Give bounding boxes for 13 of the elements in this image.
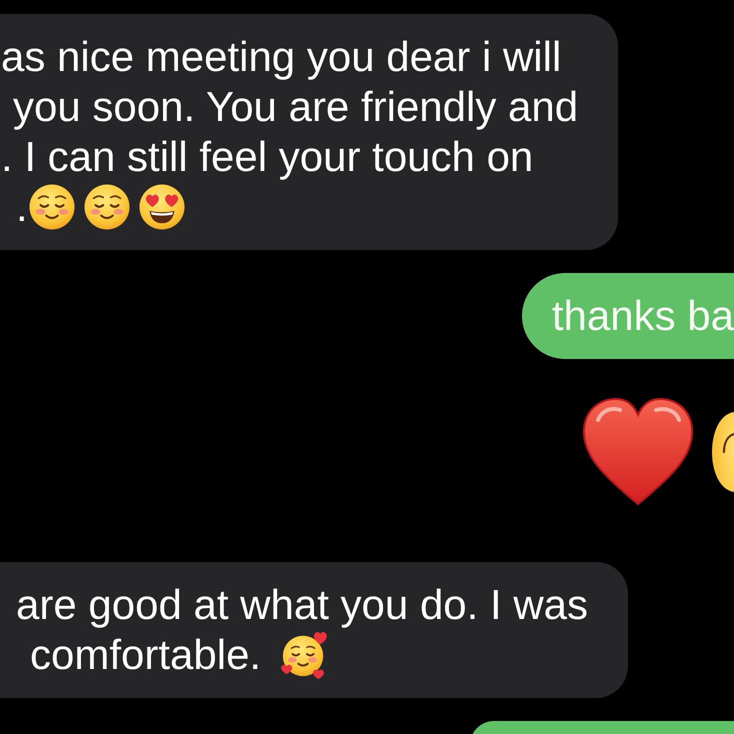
- smiling-face-with-hearts-emoji-icon: [279, 630, 330, 680]
- emoji-face-icon: [712, 412, 734, 492]
- message-text: . I can still feel your touch on: [1, 133, 534, 181]
- message-text: thanks ba: [552, 292, 734, 340]
- smiling-face-emoji-icon: [84, 184, 130, 230]
- message-text: you soon. You are friendly and: [13, 83, 578, 131]
- message-text: as nice meeting you dear i will: [1, 33, 562, 81]
- heart-emoji-icon: [582, 397, 694, 507]
- message-text: are good at what you do. I was: [16, 581, 588, 629]
- smiling-face-emoji-icon: [28, 184, 75, 230]
- heart-eyes-emoji-icon: [138, 184, 185, 230]
- message-text: comfortable.: [30, 631, 262, 679]
- message-text: .: [16, 183, 28, 231]
